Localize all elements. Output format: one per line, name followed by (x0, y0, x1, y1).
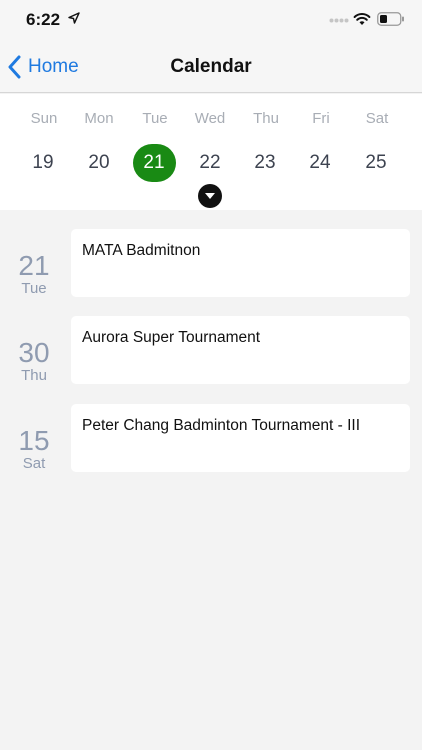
event-title: Peter Chang Badminton Tournament - III (82, 417, 361, 434)
day-cell-22[interactable]: 22 (182, 144, 238, 182)
status-bar: 6:22 (0, 0, 422, 40)
day-cell-21-selected[interactable]: 21 (126, 144, 182, 182)
event-date: 15 Sat (8, 426, 60, 472)
chevron-down-icon (205, 193, 215, 199)
day-cell-24[interactable]: 24 (292, 144, 348, 182)
event-weekday: Thu (21, 367, 47, 384)
event-card[interactable]: Aurora Super Tournament (71, 316, 410, 384)
event-day-number: 30 (18, 337, 50, 368)
wifi-icon (353, 13, 371, 25)
event-row[interactable]: 15 Sat Peter Chang Badminton Tournament … (0, 404, 422, 474)
event-card[interactable]: Peter Chang Badminton Tournament - III (71, 404, 410, 472)
event-card[interactable]: MATA Badmitnon (71, 229, 410, 297)
event-day-number: 15 (18, 425, 50, 456)
day-cell-20[interactable]: 20 (71, 144, 127, 182)
location-arrow-icon (68, 12, 80, 24)
day-cell-25[interactable]: 25 (348, 144, 404, 182)
event-date: 21 Tue (8, 251, 60, 297)
signal-dots-icon (329, 18, 349, 23)
page-title: Calendar (170, 56, 252, 77)
day-cell-23[interactable]: 23 (237, 144, 293, 182)
calendar-app: 6:22 Home Calendar Sun Mon Tue Wed Thu F… (0, 0, 422, 750)
event-row[interactable]: 21 Tue MATA Badmitnon (0, 229, 422, 299)
event-weekday: Tue (21, 280, 47, 297)
day-cell-19[interactable]: 19 (15, 144, 71, 182)
event-date: 30 Thu (8, 338, 60, 384)
event-row[interactable]: 30 Thu Aurora Super Tournament (0, 316, 422, 386)
event-day-number: 21 (18, 250, 50, 281)
battery-icon (377, 12, 404, 26)
status-time: 6:22 (26, 10, 61, 29)
event-weekday: Sat (22, 455, 46, 472)
event-title: MATA Badmitnon (82, 242, 201, 259)
navigation-bar: Home Calendar (0, 40, 422, 93)
event-title: Aurora Super Tournament (82, 329, 261, 346)
expand-calendar-button[interactable] (198, 184, 222, 208)
